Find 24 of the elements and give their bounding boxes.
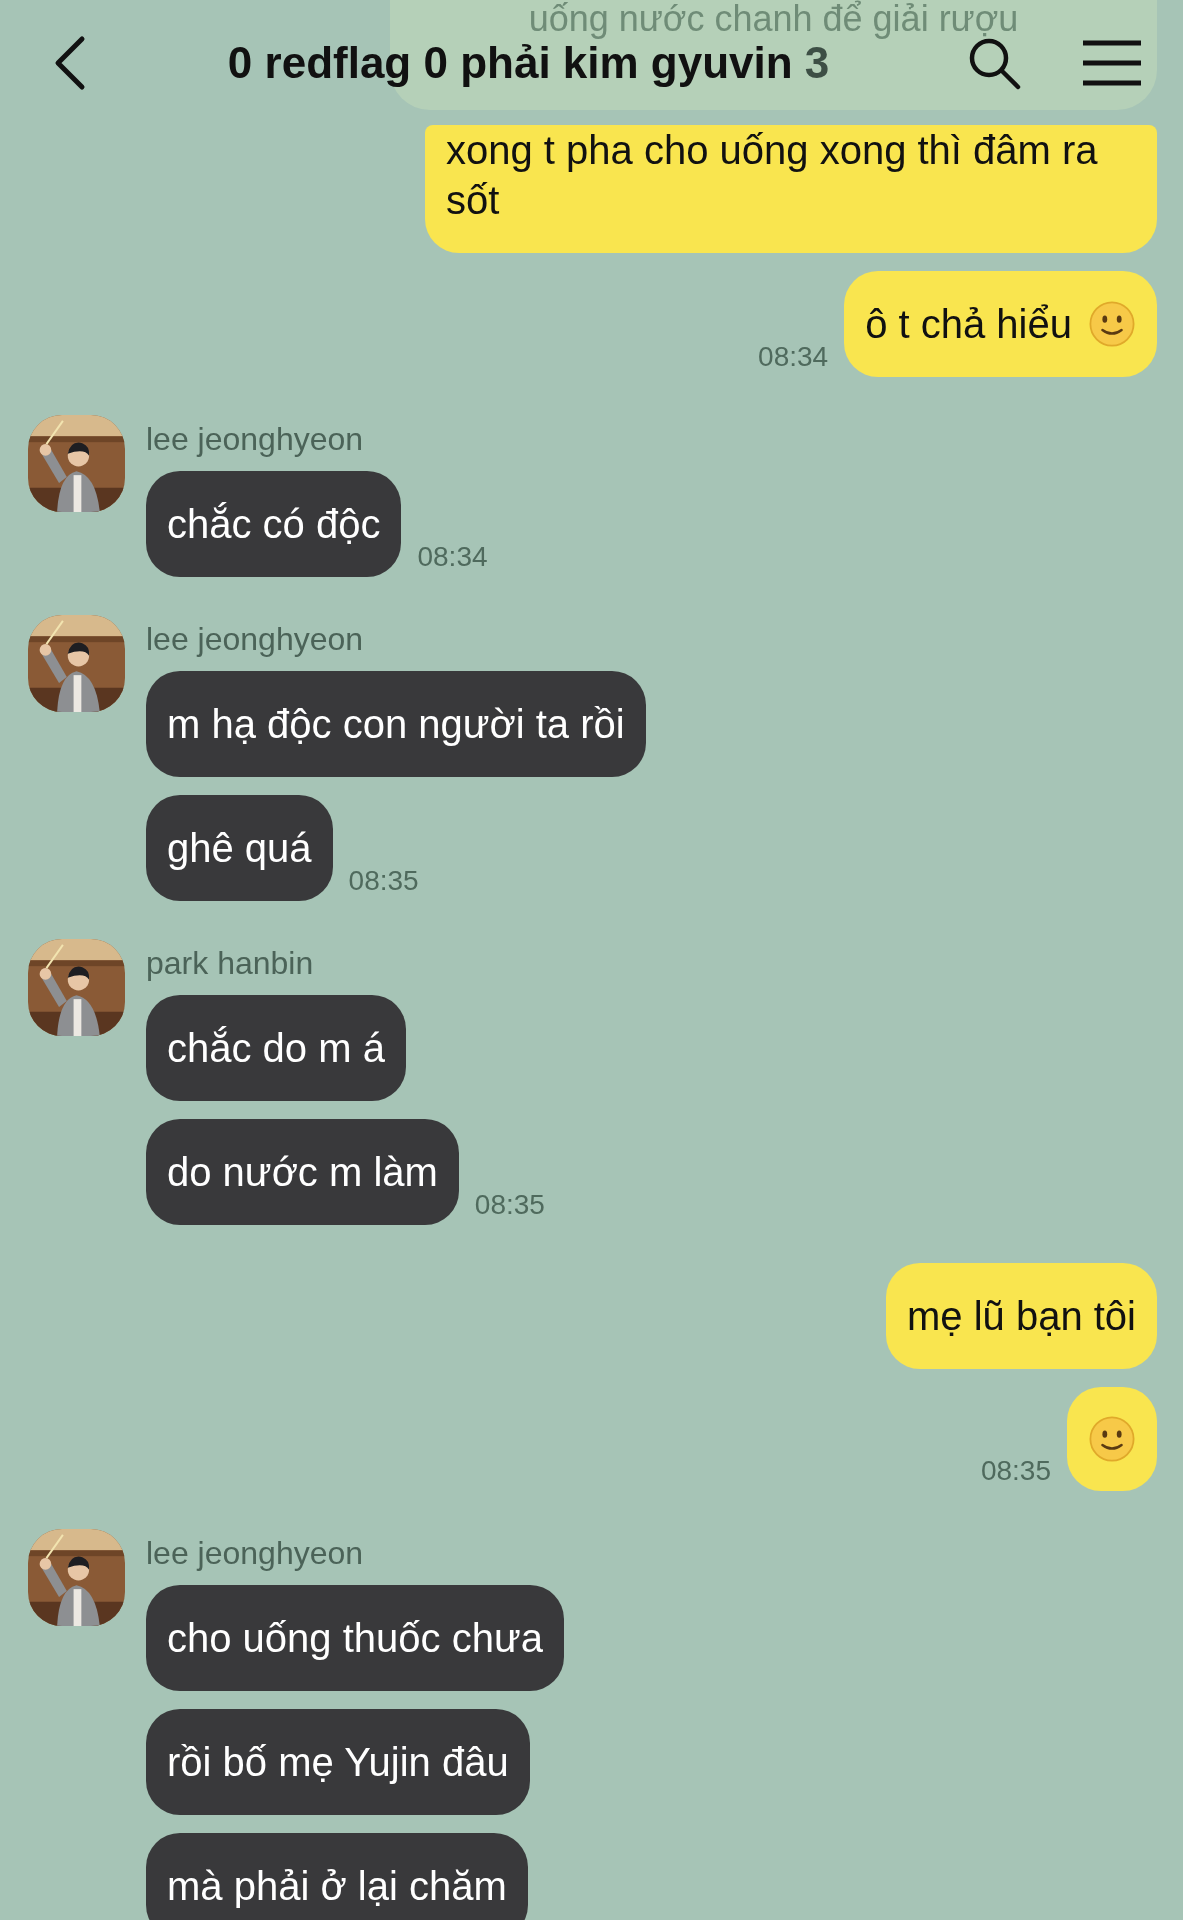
message-bubble: m hạ độc con người ta rồi [146, 671, 646, 777]
sender-name: park hanbin [146, 945, 314, 981]
timestamp: 08:35 [348, 865, 419, 897]
sender-name: lee jeonghyeon [146, 621, 364, 657]
member-count: 3 [804, 37, 830, 88]
sender-name: lee jeonghyeon [146, 421, 364, 457]
timestamp: 08:34 [758, 341, 829, 373]
message-text: ô t chả hiểu [865, 301, 1072, 348]
timestamp: 08:35 [474, 1189, 545, 1221]
message-text: uống nước chanh để giải rượu [528, 0, 1019, 38]
timestamp: 08:34 [417, 541, 488, 573]
message-bubble: do nước m làm [146, 1119, 459, 1225]
smiley-icon [1088, 1415, 1136, 1463]
timestamp: 08:35 [980, 1455, 1051, 1487]
smiley-icon [1088, 300, 1136, 348]
message-bubble: xong t pha cho uống xong thì đâm ra sốt [425, 125, 1157, 253]
message-bubble: mà phải ở lại chăm [146, 1833, 528, 1920]
message-bubble: chắc có độc [146, 471, 402, 577]
message-bubble: mẹ lũ bạn tôi [885, 1263, 1157, 1369]
message-bubble: cho uống thuốc chưa [146, 1585, 564, 1691]
message-bubble: rồi bố mẹ Yujin đâu [146, 1709, 530, 1815]
message-bubble: ghê quá [146, 795, 333, 901]
sender-name: lee jeonghyeon [146, 1535, 364, 1571]
message-bubble: chắc do m á [146, 995, 406, 1101]
